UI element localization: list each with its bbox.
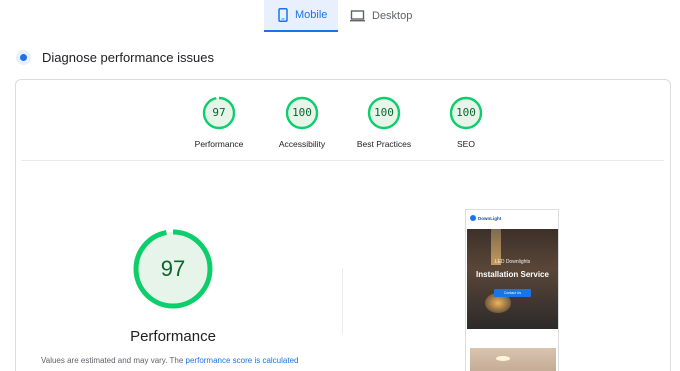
screenshot-brand: DownLight (470, 215, 501, 221)
gauge-score: 100 (374, 106, 394, 119)
ceiling-light-image (496, 356, 510, 361)
device-tabs: Mobile Desktop (264, 0, 424, 32)
mobile-icon (278, 8, 288, 22)
performance-score: 97 (160, 256, 186, 281)
section-title: Diagnose performance issues (42, 50, 214, 65)
category-gauges: 97 Performance 100 Accessibility 100 Bes… (0, 96, 680, 156)
hero-cta-button: Contact Us (494, 289, 531, 297)
performance-title: Performance (130, 328, 216, 345)
tab-mobile[interactable]: Mobile (264, 0, 338, 32)
tab-mobile-label: Mobile (295, 9, 328, 21)
score-calculation-link[interactable]: performance score is calculated (186, 356, 299, 365)
gauge-score: 97 (212, 106, 226, 119)
performance-gauge: 97 (132, 228, 214, 310)
brand-name: DownLight (478, 215, 502, 221)
gauge-score: 100 (456, 106, 476, 119)
section-heading: Diagnose performance issues (16, 50, 214, 65)
tab-desktop[interactable]: Desktop (338, 0, 424, 32)
note-text: Values are estimated and may vary. The (41, 356, 184, 365)
status-dot-icon (16, 50, 31, 65)
brand-logo-icon (470, 215, 476, 221)
performance-note: Values are estimated and may vary. The p… (41, 356, 298, 365)
gauge-score: 100 (292, 106, 312, 119)
page-screenshot: DownLight LED Downlights Installation Se… (465, 209, 559, 371)
screenshot-second-image (470, 348, 556, 371)
gauge-seo[interactable]: 100 SEO (416, 96, 516, 149)
screenshot-hero: LED Downlights Installation Service Cont… (467, 229, 558, 329)
hero-heading: Installation Service (476, 270, 549, 279)
gauge-label: SEO (457, 139, 475, 149)
horizontal-divider (21, 160, 664, 161)
desktop-icon (350, 10, 365, 22)
tab-desktop-label: Desktop (372, 10, 413, 22)
hero-subheading: LED Downlights (494, 259, 531, 265)
vertical-divider (342, 268, 343, 334)
